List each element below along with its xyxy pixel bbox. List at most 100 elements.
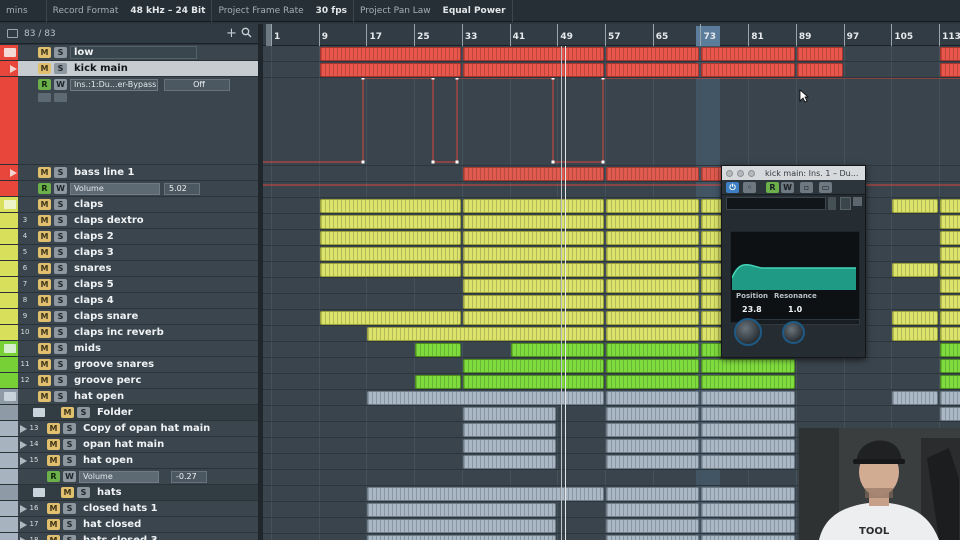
plugin-titlebar[interactable]: kick main: Ins. 1 – Du...	[722, 166, 865, 180]
automation-point[interactable]	[551, 160, 555, 164]
power-icon[interactable]: ⏻	[726, 182, 739, 193]
mute-button[interactable]: M	[38, 215, 51, 226]
audio-event[interactable]	[462, 279, 605, 293]
audio-event[interactable]	[606, 47, 700, 61]
audio-event[interactable]	[606, 359, 700, 373]
read-button[interactable]: R	[47, 471, 60, 482]
audio-event[interactable]	[606, 263, 700, 277]
audio-event[interactable]	[606, 215, 700, 229]
lock-icon[interactable]	[38, 93, 51, 102]
preset-menu-button[interactable]	[840, 197, 851, 210]
automation-point[interactable]	[431, 160, 435, 164]
track-color-bar[interactable]	[0, 293, 18, 308]
audio-event[interactable]	[462, 359, 605, 373]
audio-event[interactable]	[462, 439, 557, 453]
track-name[interactable]: claps dextro	[74, 215, 144, 226]
track-row[interactable]: 16 M Sclosed hats 1	[0, 501, 258, 517]
track-row[interactable]: 13 M S Copy of opan hat main	[0, 421, 258, 437]
track-row[interactable]: 3 M Sclaps dextro	[0, 213, 258, 229]
automation-point[interactable]	[361, 160, 365, 164]
audio-event[interactable]	[606, 231, 700, 245]
track-row[interactable]: 11 M Sgroove snares	[0, 357, 258, 373]
audio-event[interactable]	[462, 63, 605, 77]
track-name[interactable]: hat closed	[83, 519, 141, 530]
audio-event[interactable]	[319, 199, 461, 213]
side-chain-button[interactable]: ▭	[819, 182, 832, 193]
track-name[interactable]: opan hat main	[83, 439, 164, 450]
audio-event[interactable]	[606, 199, 700, 213]
audio-event[interactable]	[701, 47, 795, 61]
track-name[interactable]: claps 4	[74, 295, 114, 306]
track-row[interactable]: M S Folder	[0, 405, 258, 421]
automation-point[interactable]	[601, 160, 605, 164]
filter-curve[interactable]	[732, 262, 856, 290]
solo-button[interactable]: S	[54, 47, 67, 58]
audio-event[interactable]	[606, 439, 700, 453]
audio-event[interactable]	[701, 535, 795, 540]
track-row[interactable]: 8 M Sclaps 4	[0, 293, 258, 309]
audio-event[interactable]	[892, 199, 939, 213]
track-row[interactable]: M Smids	[0, 341, 258, 357]
audio-event[interactable]	[940, 391, 960, 405]
close-window-button[interactable]	[726, 169, 733, 177]
audio-event[interactable]	[701, 439, 795, 453]
bypass-button[interactable]: ◦	[743, 182, 756, 193]
track-name[interactable]: hats	[97, 487, 122, 498]
solo-button[interactable]: S	[54, 215, 67, 226]
read-button[interactable]: R	[38, 79, 51, 90]
expand-arrow-icon[interactable]	[20, 425, 27, 433]
track-row[interactable]: M Sclaps	[0, 197, 258, 213]
automation-value-field[interactable]: Off	[164, 79, 230, 91]
audio-event[interactable]	[367, 519, 557, 533]
automation-point[interactable]	[601, 78, 605, 80]
track-color-bar[interactable]	[0, 325, 18, 340]
audio-event[interactable]	[319, 263, 461, 277]
add-track-button[interactable]: +	[226, 26, 237, 41]
write-button[interactable]: W	[54, 183, 67, 194]
track-color-bar[interactable]	[0, 437, 18, 452]
solo-button[interactable]: S	[63, 503, 76, 514]
track-row[interactable]: 6 M Ssnares	[0, 261, 258, 277]
audio-event[interactable]	[367, 487, 605, 501]
track-row[interactable]: 10 M Sclaps inc reverb	[0, 325, 258, 341]
audio-event[interactable]	[462, 247, 605, 261]
track-name[interactable]: hats closed 3	[83, 535, 158, 540]
track-color-bar[interactable]	[0, 517, 18, 532]
track-color-bar[interactable]	[0, 77, 18, 164]
write-button[interactable]: W	[54, 79, 67, 90]
audio-event[interactable]	[606, 375, 700, 389]
track-color-bar[interactable]	[0, 485, 18, 500]
audio-event[interactable]	[940, 199, 960, 213]
track-row[interactable]: 15 M Shat open	[0, 453, 258, 469]
automation-point[interactable]	[455, 78, 459, 80]
audio-event[interactable]	[701, 391, 795, 405]
track-row[interactable]: M Slow	[0, 45, 258, 61]
mute-button[interactable]: M	[38, 391, 51, 402]
mute-button[interactable]: M	[38, 167, 51, 178]
audio-event[interactable]	[940, 407, 960, 421]
track-name[interactable]: Copy of opan hat main	[83, 423, 210, 434]
audio-event[interactable]	[940, 63, 960, 77]
audio-event[interactable]	[796, 63, 843, 77]
solo-button[interactable]: S	[54, 279, 67, 290]
track-name[interactable]: Folder	[97, 407, 133, 418]
show-lanes-icon[interactable]	[54, 93, 67, 102]
solo-button[interactable]: S	[63, 455, 76, 466]
solo-button[interactable]: S	[54, 359, 67, 370]
folder-icon[interactable]	[4, 392, 16, 401]
track-name[interactable]: hat open	[83, 455, 133, 466]
audio-event[interactable]	[319, 63, 461, 77]
automation-value-field[interactable]: -0.27	[171, 471, 207, 483]
track-row[interactable]: M Sbass line 1	[0, 165, 258, 181]
minimize-window-button[interactable]	[737, 169, 744, 177]
automation-point[interactable]	[455, 160, 459, 164]
track-color-bar[interactable]	[0, 501, 18, 516]
track-row[interactable]: 12 M Sgroove perc	[0, 373, 258, 389]
solo-button[interactable]: S	[54, 231, 67, 242]
insert-parameter-select[interactable]: Ins.:1:Du...er-Bypass	[70, 79, 158, 91]
mute-button[interactable]: M	[38, 199, 51, 210]
track-color-bar[interactable]	[0, 357, 18, 372]
audio-event[interactable]	[892, 327, 939, 341]
mute-button[interactable]: M	[47, 535, 60, 540]
track-name[interactable]: claps snare	[74, 311, 138, 322]
